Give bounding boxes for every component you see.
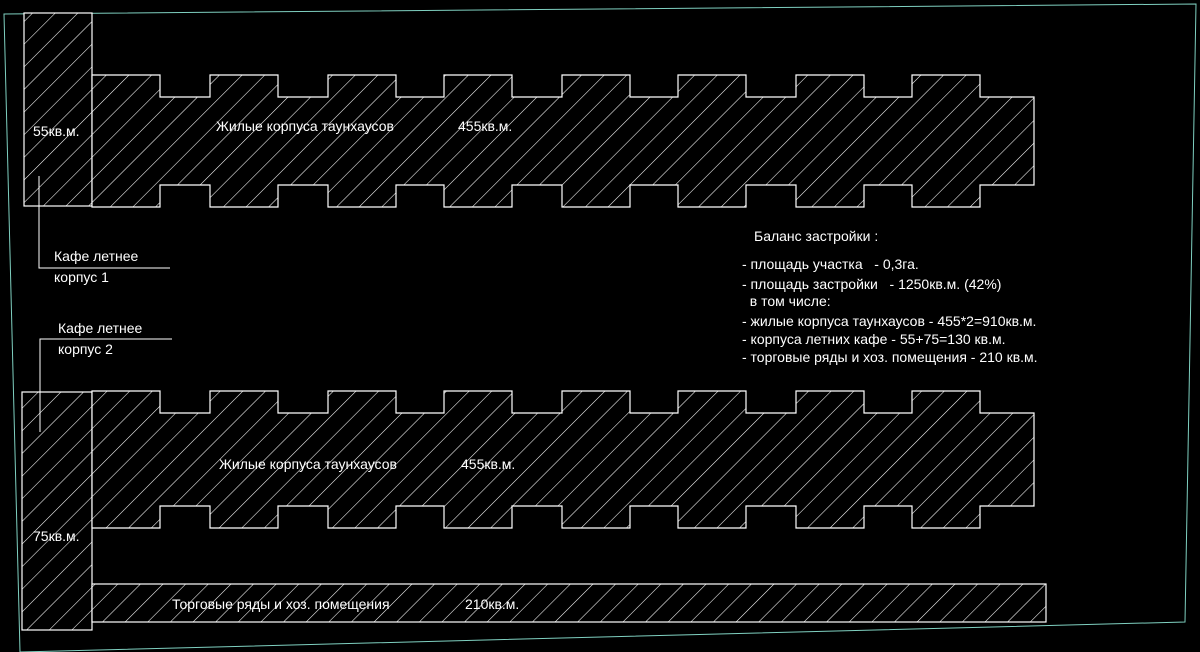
balance-legend: Баланс застройки : - площадь участка - 0… xyxy=(742,228,1038,365)
cafe-2-area: 75кв.м. xyxy=(33,528,80,544)
balance-line: - жилые корпуса таунхаусов - 455*2=910кв… xyxy=(742,313,1036,329)
cafe-1-label-line2: корпус 1 xyxy=(54,269,109,285)
cafe-1-label-line1: Кафе летнее xyxy=(54,248,139,264)
balance-line: - площадь участка - 0,3га. xyxy=(742,256,919,272)
balance-line: - площадь застройки - 1250кв.м. (42%) xyxy=(742,276,1001,292)
balance-line: в том числе: xyxy=(742,293,831,309)
townhouses-bottom-area: 455кв.м. xyxy=(461,456,515,472)
cafe-1-block xyxy=(23,12,93,207)
balance-line: - торговые ряды и хоз. помещения - 210 к… xyxy=(742,349,1038,365)
townhouses-top-name: Жилые корпуса таунхаусов xyxy=(216,118,394,134)
cafe-2-block xyxy=(21,391,93,631)
cafe-2-label-line1: Кафе летнее xyxy=(58,320,143,336)
balance-line: - корпуса летних кафе - 55+75=130 кв.м. xyxy=(742,331,1006,347)
townhouses-bottom-name: Жилые корпуса таунхаусов xyxy=(219,456,397,472)
townhouses-top-block xyxy=(91,74,1035,208)
trade-rows-area: 210кв.м. xyxy=(465,596,519,612)
cafe-2-label-line2: корпус 2 xyxy=(58,341,113,357)
townhouses-top-area: 455кв.м. xyxy=(458,118,512,134)
cafe-1-area: 55кв.м. xyxy=(33,123,80,139)
balance-title: Баланс застройки : xyxy=(754,228,878,244)
trade-rows-name: Торговые ряды и хоз. помещения xyxy=(172,596,390,612)
site-plan-drawing: Жилые корпуса таунхаусов 455кв.м. Жилые … xyxy=(3,3,1197,652)
